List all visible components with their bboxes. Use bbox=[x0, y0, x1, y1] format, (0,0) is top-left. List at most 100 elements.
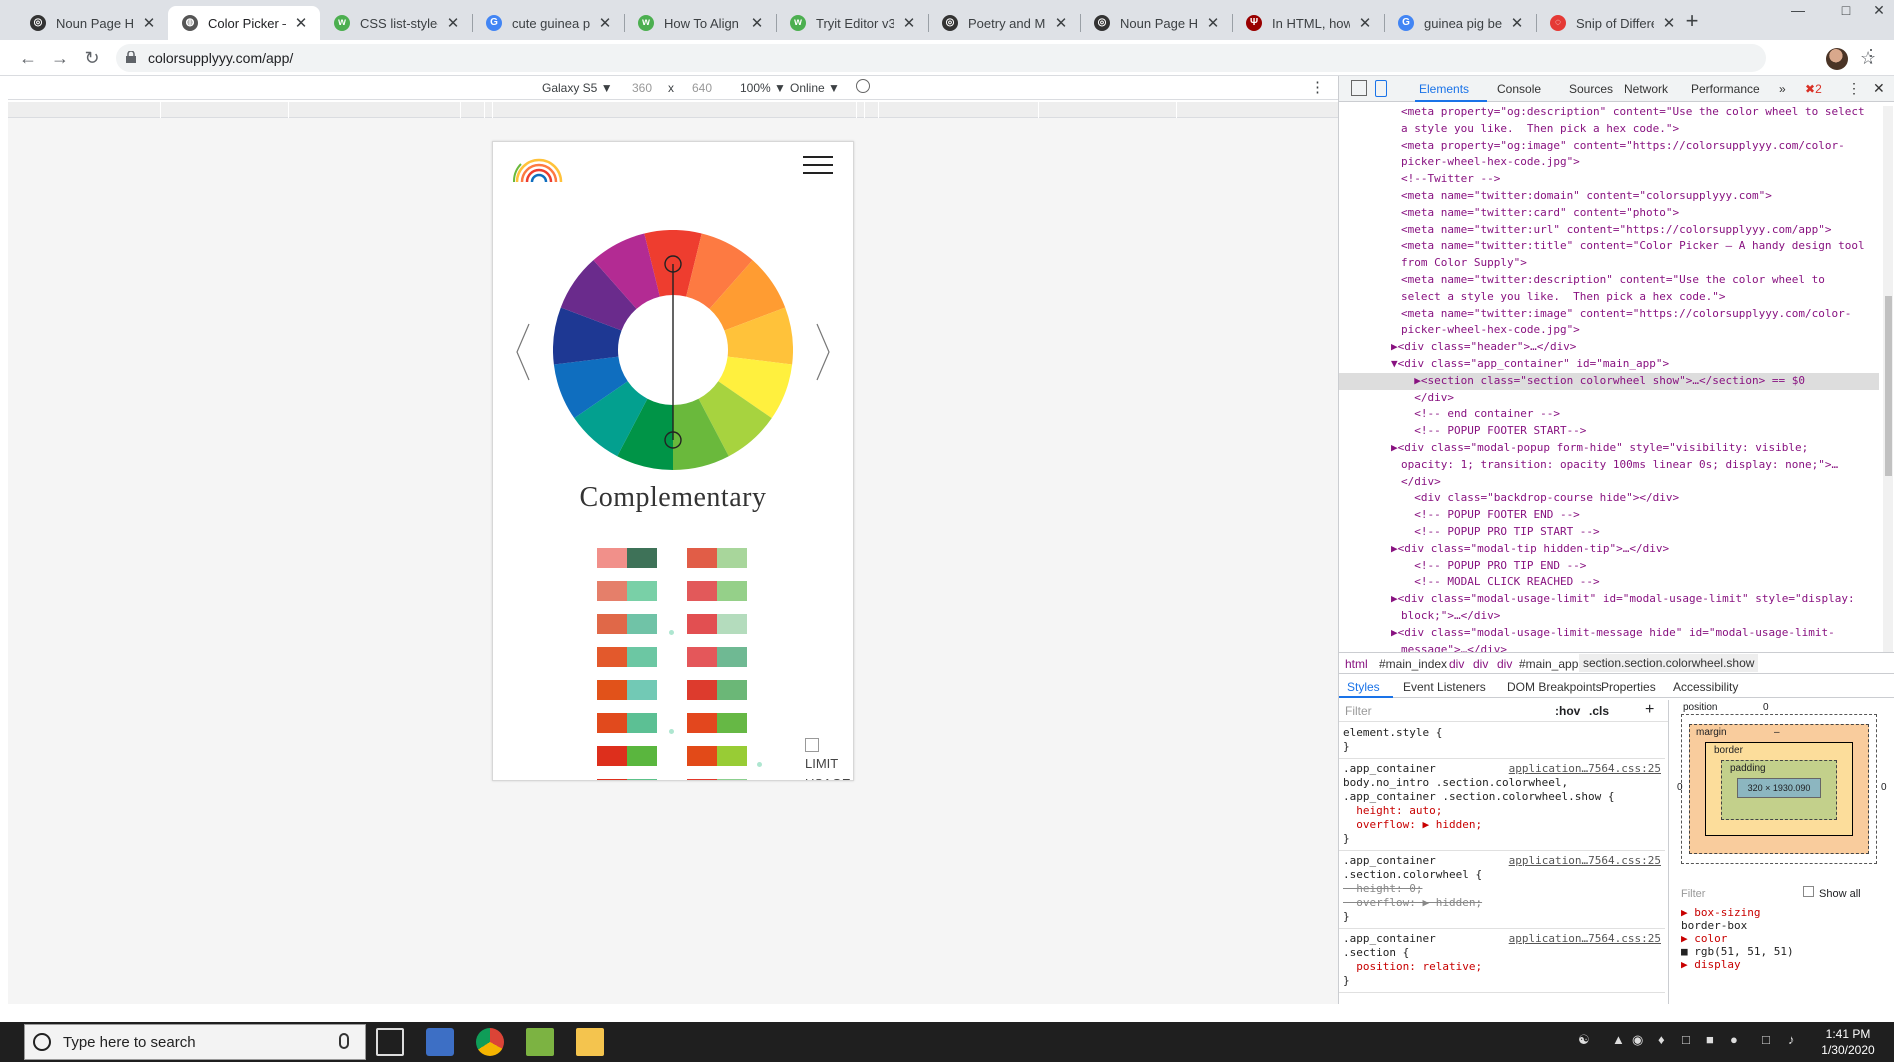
address-bar[interactable]: colorsupplyyy.com/app/ ☆ bbox=[116, 44, 1876, 72]
color-swatch[interactable] bbox=[627, 581, 657, 601]
rotate-icon[interactable] bbox=[856, 79, 870, 93]
color-swatch[interactable] bbox=[597, 548, 627, 568]
swatch-pair[interactable] bbox=[597, 548, 657, 568]
people-icon[interactable]: ☯ bbox=[1578, 1032, 1590, 1048]
next-scheme-arrow-icon[interactable] bbox=[813, 322, 833, 382]
dom-node-line[interactable]: <!-- POPUP FOOTER START--> bbox=[1339, 423, 1879, 440]
inspect-element-icon[interactable] bbox=[1351, 80, 1367, 96]
dom-node-line[interactable]: <meta name="twitter:domain" content="col… bbox=[1339, 188, 1879, 205]
browser-tab[interactable]: Gcute guinea pig ✕ bbox=[472, 6, 624, 40]
task-view-icon[interactable] bbox=[376, 1028, 404, 1056]
color-swatch[interactable] bbox=[687, 746, 717, 766]
color-swatch[interactable] bbox=[687, 614, 717, 634]
swatch-pair[interactable] bbox=[687, 614, 747, 634]
dom-node-line[interactable]: ▶<div class="header">…</div> bbox=[1339, 339, 1879, 356]
dom-node-line[interactable]: <!-- POPUP PRO TIP START --> bbox=[1339, 524, 1879, 541]
microphone-icon[interactable] bbox=[339, 1033, 349, 1049]
dom-scrollbar[interactable] bbox=[1883, 106, 1893, 652]
dom-node-line[interactable]: picker-wheel-hex-code.jpg"> bbox=[1339, 154, 1879, 171]
dom-node-line[interactable]: <meta name="twitter:url" content="https:… bbox=[1339, 222, 1879, 239]
css-source-link[interactable]: application…7564.css:25 bbox=[1509, 854, 1661, 867]
volume-icon[interactable]: ♪ bbox=[1788, 1032, 1795, 1047]
breadcrumb-item[interactable]: #main_app bbox=[1519, 657, 1578, 671]
styles-subtab[interactable]: Accessibility bbox=[1673, 680, 1738, 694]
styles-filter-input[interactable]: Filter bbox=[1345, 704, 1372, 718]
dom-node-line[interactable]: <meta name="twitter:description" content… bbox=[1339, 272, 1879, 289]
devtools-tab-sources[interactable]: Sources bbox=[1569, 82, 1613, 96]
dom-node-line[interactable]: <meta property="og:image" content="https… bbox=[1339, 138, 1879, 155]
new-tab-button[interactable]: + bbox=[1678, 8, 1706, 36]
css-declaration[interactable]: overflow: ▶ hidden; bbox=[1343, 896, 1665, 910]
dom-node-line[interactable]: ▶<section class="section colorwheel show… bbox=[1339, 372, 1879, 390]
profile-avatar[interactable] bbox=[1826, 48, 1848, 70]
browser-tab[interactable]: ◎ Poetry and Musi ✕ bbox=[928, 6, 1080, 40]
tab-close-icon[interactable]: ✕ bbox=[444, 14, 462, 32]
color-swatch[interactable] bbox=[687, 548, 717, 568]
back-icon[interactable]: ← bbox=[16, 46, 40, 70]
previous-scheme-arrow-icon[interactable] bbox=[513, 322, 533, 382]
dom-node-line[interactable]: ▶<div class="modal-tip hidden-tip">…</di… bbox=[1339, 541, 1879, 558]
dom-node-line[interactable]: <!-- MODAL CLICK REACHED --> bbox=[1339, 574, 1879, 591]
browser-tab[interactable]: Gguinea pig bein ✕ bbox=[1384, 6, 1536, 40]
color-swatch[interactable] bbox=[597, 581, 627, 601]
tab-close-icon[interactable]: ✕ bbox=[748, 14, 766, 32]
system-clock[interactable]: 1:41 PM 1/30/2020 bbox=[1818, 1026, 1878, 1058]
hamburger-menu-icon[interactable] bbox=[803, 156, 835, 180]
more-tabs-icon[interactable]: » bbox=[1779, 82, 1786, 96]
computed-style-row[interactable]: ▶ box-sizing bbox=[1681, 906, 1760, 919]
styles-subtab[interactable]: DOM Breakpoints bbox=[1507, 680, 1602, 694]
browser-tab[interactable]: ◍ Color Picker — A ✕ bbox=[168, 6, 320, 40]
error-badge[interactable]: ✖2 bbox=[1805, 82, 1822, 96]
styles-subtab[interactable]: Properties bbox=[1601, 680, 1656, 694]
color-swatch[interactable] bbox=[717, 713, 747, 733]
device-toggle-icon[interactable] bbox=[1375, 80, 1387, 97]
color-swatch[interactable] bbox=[597, 713, 627, 733]
color-swatch[interactable] bbox=[627, 680, 657, 700]
file-explorer-icon[interactable] bbox=[576, 1028, 604, 1056]
color-swatch[interactable] bbox=[597, 647, 627, 667]
dom-node-line[interactable]: ▶<div class="modal-usage-limit-message h… bbox=[1339, 625, 1879, 642]
devtools-tab-console[interactable]: Console bbox=[1497, 82, 1541, 96]
chrome-menu-icon[interactable]: ⋮ bbox=[1862, 46, 1880, 67]
swatch-pair[interactable] bbox=[597, 746, 657, 766]
css-rule[interactable]: .app_container .section.colorwheel { heig… bbox=[1343, 854, 1665, 924]
color-swatch[interactable] bbox=[627, 779, 657, 780]
swatch-pair[interactable] bbox=[597, 713, 657, 733]
css-declaration[interactable]: position: relative; bbox=[1343, 960, 1665, 974]
color-wheel[interactable] bbox=[553, 230, 793, 470]
tab-close-icon[interactable]: ✕ bbox=[1660, 14, 1678, 32]
breadcrumb-item[interactable]: html bbox=[1345, 657, 1368, 671]
tray-icon-4[interactable]: □ bbox=[1682, 1032, 1690, 1047]
breadcrumb-item[interactable]: div bbox=[1449, 657, 1464, 671]
color-swatch[interactable] bbox=[597, 680, 627, 700]
dom-node-line[interactable]: <!--Twitter --> bbox=[1339, 171, 1879, 188]
dom-node-line[interactable]: <meta name="twitter:title" content="Colo… bbox=[1339, 238, 1879, 255]
browser-tab[interactable]: ◎ Noun Page Hom ✕ bbox=[16, 6, 168, 40]
swatch-pair[interactable] bbox=[687, 713, 747, 733]
chrome-icon[interactable] bbox=[476, 1028, 504, 1056]
swatch-pair[interactable] bbox=[597, 779, 657, 780]
network-throttle-select[interactable]: Online ▼ bbox=[790, 81, 840, 95]
dom-node-line[interactable]: <meta property="og:description" content=… bbox=[1339, 104, 1879, 121]
css-rule[interactable]: .app_container body.no_intro .section.col… bbox=[1343, 762, 1665, 846]
dom-node-line[interactable]: <!-- POPUP FOOTER END --> bbox=[1339, 507, 1879, 524]
devtools-close-icon[interactable]: ✕ bbox=[1873, 80, 1885, 97]
breadcrumb-item[interactable]: section.section.colorwheel.show bbox=[1579, 654, 1759, 672]
browser-tab[interactable]: Ψ In HTML, how c ✕ bbox=[1232, 6, 1384, 40]
computed-filter-input[interactable]: Filter bbox=[1681, 888, 1705, 900]
color-swatch[interactable] bbox=[627, 548, 657, 568]
color-swatch[interactable] bbox=[717, 548, 747, 568]
color-swatch[interactable] bbox=[717, 779, 747, 780]
new-rule-icon[interactable]: + bbox=[1645, 701, 1654, 719]
browser-tab[interactable]: w CSS list-style-po ✕ bbox=[320, 6, 472, 40]
pagination-dot[interactable] bbox=[757, 762, 762, 767]
notepad-icon[interactable] bbox=[526, 1028, 554, 1056]
tray-icon-5[interactable]: ■ bbox=[1706, 1032, 1714, 1047]
color-swatch[interactable] bbox=[687, 713, 717, 733]
tab-close-icon[interactable]: ✕ bbox=[596, 14, 614, 32]
computed-style-row[interactable]: border-box bbox=[1681, 919, 1747, 932]
css-declaration[interactable]: overflow: ▶ hidden; bbox=[1343, 818, 1665, 832]
device-select[interactable]: Galaxy S5 ▼ bbox=[542, 81, 613, 95]
color-swatch[interactable] bbox=[597, 614, 627, 634]
swatch-pair[interactable] bbox=[597, 680, 657, 700]
